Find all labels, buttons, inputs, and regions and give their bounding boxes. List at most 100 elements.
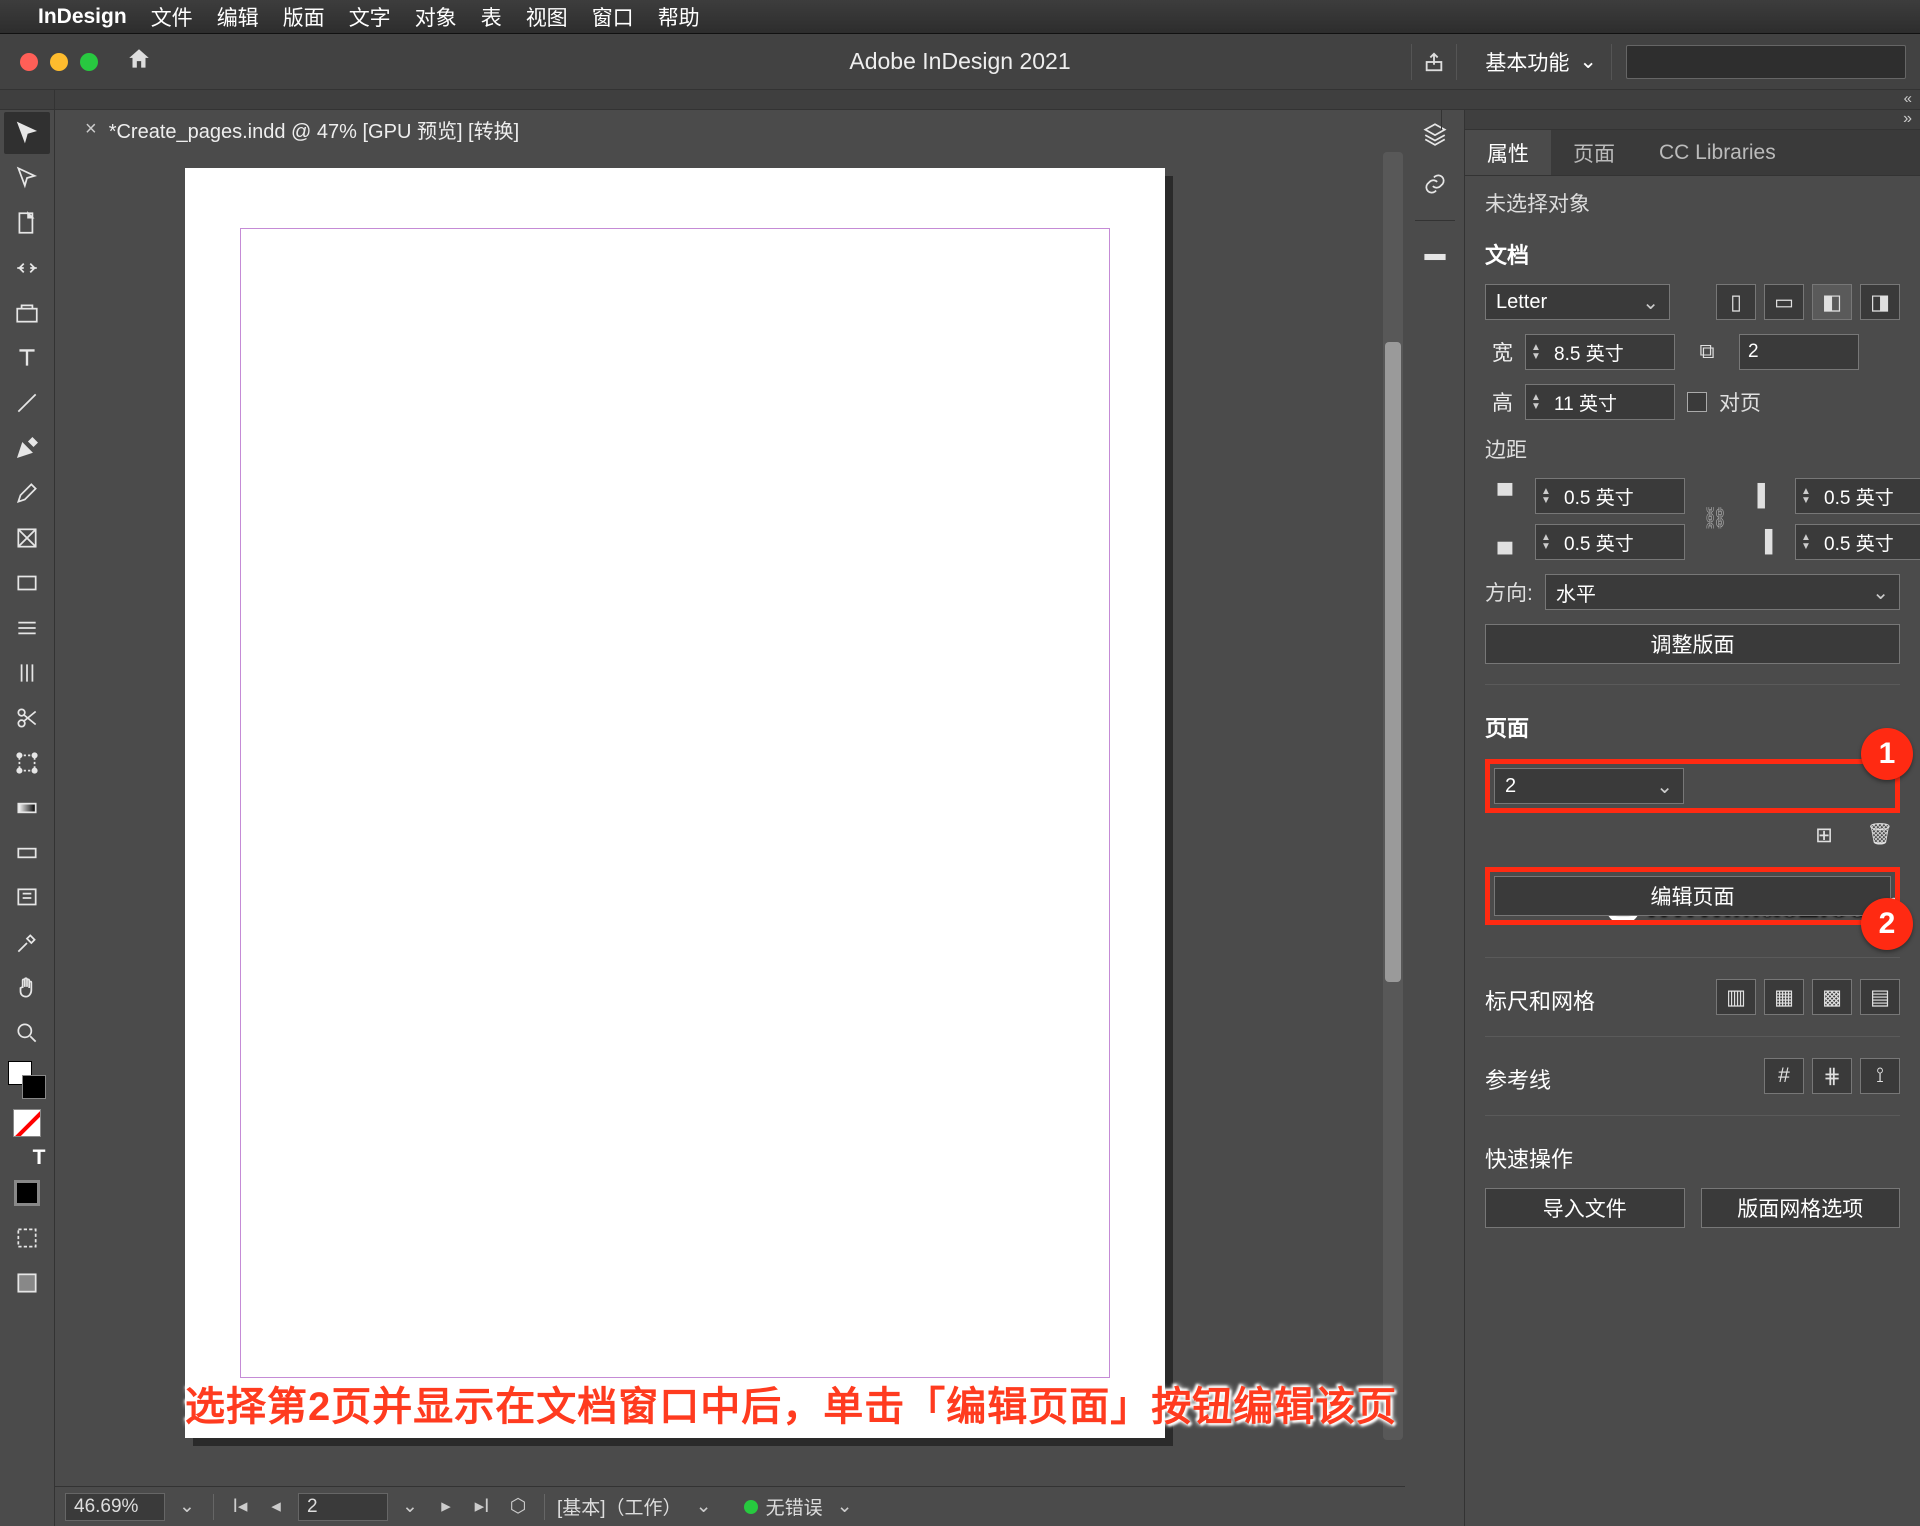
- orient-portrait-icon[interactable]: ▯: [1716, 284, 1756, 320]
- eyedropper-tool[interactable]: [4, 922, 50, 964]
- pencil-tool[interactable]: [4, 472, 50, 514]
- default-fill-none[interactable]: [4, 1102, 50, 1144]
- direct-selection-tool[interactable]: [4, 157, 50, 199]
- page-number-field[interactable]: 2: [298, 1493, 388, 1521]
- tab-close-icon[interactable]: ×: [85, 118, 97, 141]
- free-transform-tool[interactable]: [4, 742, 50, 784]
- fill-stroke-toggle[interactable]: [4, 1057, 50, 1099]
- zoom-field[interactable]: 46.69%: [65, 1493, 165, 1521]
- lock-guides-icon[interactable]: ⟟: [1860, 1058, 1900, 1094]
- margin-left-field[interactable]: ▲▼0.5 英寸: [1795, 478, 1920, 514]
- edit-page-button[interactable]: 编辑页面: [1494, 876, 1891, 916]
- share-button[interactable]: [1411, 44, 1457, 80]
- preflight-dropdown-icon[interactable]: ⌄: [831, 1494, 859, 1520]
- bind-right-icon[interactable]: ◨: [1860, 284, 1900, 320]
- menu-edit[interactable]: 编辑: [217, 2, 259, 32]
- zoom-dropdown-icon[interactable]: ⌄: [173, 1494, 201, 1520]
- app-menu[interactable]: InDesign: [38, 5, 127, 29]
- profile-dropdown-icon[interactable]: ⌄: [690, 1494, 718, 1520]
- import-file-button[interactable]: 导入文件: [1485, 1188, 1685, 1228]
- width-field[interactable]: ▲▼8.5 英寸: [1525, 334, 1675, 370]
- pages-count-field[interactable]: 2: [1739, 334, 1859, 370]
- zoom-tool[interactable]: [4, 1012, 50, 1054]
- bind-left-icon[interactable]: ◧: [1812, 284, 1852, 320]
- adjust-layout-button[interactable]: 调整版面: [1485, 624, 1900, 664]
- gradient-swatch-tool[interactable]: [4, 787, 50, 829]
- margin-right-field[interactable]: ▲▼0.5 英寸: [1795, 524, 1920, 560]
- menu-layout[interactable]: 版面: [283, 2, 325, 32]
- snap-guides-icon[interactable]: #: [1764, 1058, 1804, 1094]
- menu-file[interactable]: 文件: [151, 2, 193, 32]
- margin-bottom-field[interactable]: ▲▼0.5 英寸: [1535, 524, 1685, 560]
- view-mode-preview[interactable]: [4, 1262, 50, 1304]
- rectangle-tool[interactable]: [4, 562, 50, 604]
- menu-table[interactable]: 表: [481, 2, 502, 32]
- preflight-profile[interactable]: [基本]（工作）: [557, 1493, 682, 1520]
- line-tool[interactable]: [4, 382, 50, 424]
- scrollbar-thumb[interactable]: [1385, 342, 1401, 982]
- baseline-grid-icon[interactable]: ▦: [1764, 979, 1804, 1015]
- selection-tool[interactable]: [4, 112, 50, 154]
- first-page-icon[interactable]: I◂: [226, 1494, 254, 1520]
- layout-grid-options-button[interactable]: 版面网格选项: [1701, 1188, 1901, 1228]
- page-spread[interactable]: [185, 168, 1165, 1438]
- hand-tool[interactable]: [4, 967, 50, 1009]
- delete-page-icon[interactable]: 🗑: [1860, 817, 1900, 853]
- apply-text-icon[interactable]: T: [28, 1147, 50, 1169]
- open-nav-icon[interactable]: ⬡: [504, 1494, 532, 1520]
- note-tool[interactable]: [4, 877, 50, 919]
- type-tool[interactable]: [4, 337, 50, 379]
- links-panel-icon[interactable]: [1417, 166, 1453, 202]
- menu-window[interactable]: 窗口: [592, 2, 634, 32]
- workspace-switcher[interactable]: 基本功能 ⌄: [1471, 44, 1612, 80]
- page-select-dropdown[interactable]: 2⌄: [1494, 768, 1684, 804]
- margin-top-field[interactable]: ▲▼0.5 英寸: [1535, 478, 1685, 514]
- menu-type[interactable]: 文字: [349, 2, 391, 32]
- orient-landscape-icon[interactable]: ▭: [1764, 284, 1804, 320]
- window-close-icon[interactable]: [20, 53, 38, 71]
- menu-object[interactable]: 对象: [415, 2, 457, 32]
- last-page-icon[interactable]: ▸I: [468, 1494, 496, 1520]
- vertical-scrollbar[interactable]: [1383, 152, 1403, 1440]
- vertical-grid-tool[interactable]: [4, 652, 50, 694]
- next-page-icon[interactable]: ▸: [432, 1494, 460, 1520]
- search-input[interactable]: [1626, 45, 1906, 79]
- prev-page-icon[interactable]: ◂: [262, 1494, 290, 1520]
- pen-tool[interactable]: [4, 427, 50, 469]
- page-dropdown-icon[interactable]: ⌄: [396, 1494, 424, 1520]
- apply-color-icon[interactable]: [4, 1147, 26, 1169]
- gradient-feather-tool[interactable]: [4, 832, 50, 874]
- link-margins-icon[interactable]: ⛓: [1695, 507, 1735, 531]
- tab-pages[interactable]: 页面: [1551, 130, 1637, 175]
- scissors-tool[interactable]: [4, 697, 50, 739]
- window-minimize-icon[interactable]: [50, 53, 68, 71]
- layout-grid-icon[interactable]: ▤: [1860, 979, 1900, 1015]
- document-grid-icon[interactable]: ▩: [1812, 979, 1852, 1015]
- orientation-label: 方向:: [1485, 577, 1533, 607]
- horizontal-grid-tool[interactable]: [4, 607, 50, 649]
- gap-tool[interactable]: [4, 247, 50, 289]
- height-field[interactable]: ▲▼11 英寸: [1525, 384, 1675, 420]
- view-mode-normal[interactable]: [4, 1217, 50, 1259]
- rectangle-frame-tool[interactable]: [4, 517, 50, 559]
- page-tool[interactable]: [4, 202, 50, 244]
- new-page-icon[interactable]: ⊞: [1804, 817, 1844, 853]
- window-zoom-icon[interactable]: [80, 53, 98, 71]
- formatting-container-icon[interactable]: [4, 1172, 50, 1214]
- canvas[interactable]: 选择第2页并显示在文档窗口中后，单击「编辑页面」按钮编辑该页: [55, 148, 1405, 1486]
- smart-guides-icon[interactable]: ⋕: [1812, 1058, 1852, 1094]
- page-preset-dropdown[interactable]: Letter⌄: [1485, 284, 1670, 320]
- facing-pages-checkbox[interactable]: [1687, 392, 1707, 412]
- menu-help[interactable]: 帮助: [658, 2, 700, 32]
- document-tab[interactable]: × *Create_pages.indd @ 47% [GPU 预览] [转换]: [55, 110, 1405, 148]
- layers-panel-icon[interactable]: [1417, 116, 1453, 152]
- tab-properties[interactable]: 属性: [1465, 130, 1551, 175]
- orientation-dropdown[interactable]: 水平⌄: [1545, 574, 1900, 610]
- content-collector-tool[interactable]: [4, 292, 50, 334]
- tab-cc-libraries[interactable]: CC Libraries: [1637, 130, 1798, 175]
- panel-collapse-icon[interactable]: »: [1465, 110, 1920, 130]
- home-button[interactable]: [126, 46, 152, 78]
- stroke-panel-icon[interactable]: [1417, 239, 1453, 275]
- rulers-toggle-icon[interactable]: ▥: [1716, 979, 1756, 1015]
- menu-view[interactable]: 视图: [526, 2, 568, 32]
